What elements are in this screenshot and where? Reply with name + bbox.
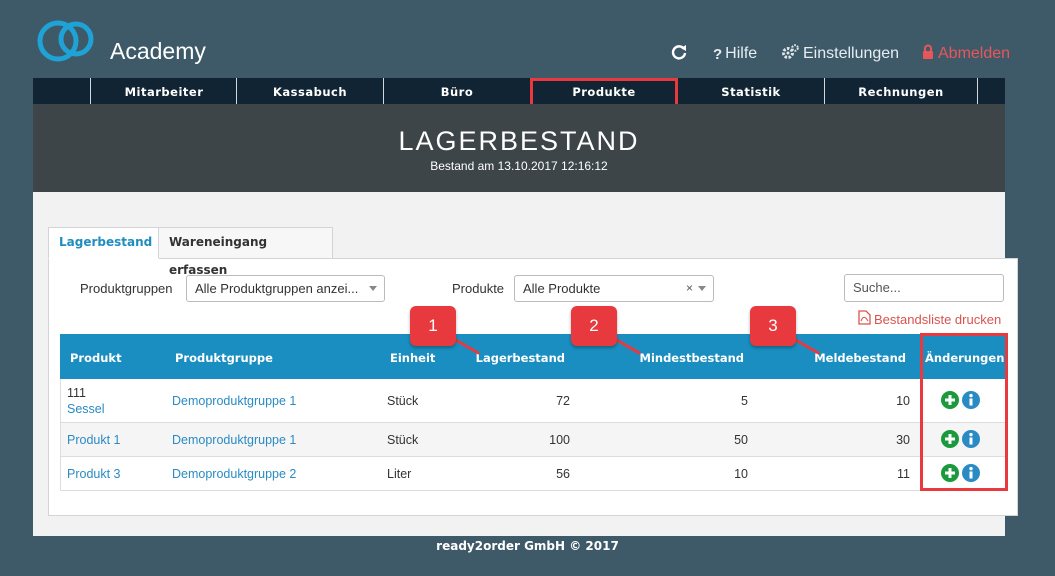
refresh-button[interactable]	[671, 44, 691, 64]
annotation-marker-1: 1	[410, 306, 456, 346]
logo-icon[interactable]	[36, 18, 96, 68]
question-icon: ?	[713, 45, 723, 63]
min-stock-cell: 10	[734, 467, 748, 481]
footer-copyright: ready2order GmbH © 2017	[436, 539, 619, 553]
gears-icon	[781, 43, 803, 65]
annotation-marker-3: 3	[750, 306, 796, 346]
min-stock-cell: 50	[734, 433, 748, 447]
header-meldebestand[interactable]: Meldebestand	[780, 351, 906, 365]
logout-label: Abmelden	[938, 45, 1011, 62]
page-header: LAGERBESTAND Bestand am 13.10.2017 12:16…	[33, 104, 1005, 192]
product-link[interactable]: Produkt 3	[67, 467, 121, 481]
header-einheit[interactable]: Einheit	[390, 351, 435, 365]
stock-cell: 72	[556, 394, 570, 408]
help-label: Hilfe	[725, 45, 758, 62]
header-produkt[interactable]: Produkt	[70, 351, 122, 365]
menu-item-mitarbeiter[interactable]: Mitarbeiter	[90, 78, 237, 104]
min-stock-cell: 5	[741, 394, 748, 408]
menu-item-statistik[interactable]: Statistik	[677, 78, 824, 104]
chevron-down-icon	[698, 286, 706, 291]
settings-label: Einstellungen	[803, 45, 900, 62]
table-row: 111 Sessel Demoproduktgruppe 1 Stück 72 …	[60, 379, 1006, 423]
pdf-icon	[858, 310, 874, 328]
product-link[interactable]: Produkt 1	[67, 433, 121, 447]
print-stock-link[interactable]: Bestandsliste drucken	[858, 310, 1001, 328]
header-lagerbestand[interactable]: Lagerbestand	[465, 351, 565, 365]
changes-column-highlight	[920, 333, 1008, 491]
productgroup-link[interactable]: Demoproduktgruppe 1	[172, 433, 296, 447]
page-title: LAGERBESTAND	[398, 126, 640, 156]
productgroups-select[interactable]: Alle Produktgruppen anzei...	[186, 275, 385, 302]
header-mindestbestand[interactable]: Mindestbestand	[610, 351, 745, 365]
tab-lagerbestand[interactable]: Lagerbestand	[48, 227, 159, 259]
lock-icon	[922, 44, 938, 64]
report-stock-cell: 10	[896, 394, 910, 408]
main-menu: Mitarbeiter Kassabuch Büro Produkte Stat…	[33, 78, 1005, 104]
app-brand[interactable]: Academy	[110, 38, 206, 65]
header-produktgruppe[interactable]: Produktgruppe	[175, 351, 273, 365]
table-header: Produkt Produktgruppe Einheit Lagerbesta…	[60, 334, 1006, 379]
product-link[interactable]: Sessel	[67, 402, 105, 416]
unit-cell: Liter	[387, 467, 412, 481]
table-row: Produkt 1 Demoproduktgruppe 1 Stück 100 …	[60, 423, 1006, 457]
products-value: Alle Produkte	[523, 281, 601, 296]
product-number: 111	[67, 386, 87, 400]
tab-wareneingang[interactable]: Wareneingang erfassen	[159, 227, 333, 277]
productgroup-link[interactable]: Demoproduktgruppe 2	[172, 467, 296, 481]
report-stock-cell: 11	[897, 467, 910, 481]
productgroups-value: Alle Produktgruppen anzei...	[195, 281, 359, 296]
annotation-marker-2: 2	[571, 306, 617, 346]
products-select[interactable]: Alle Produkte ×	[514, 275, 714, 302]
print-stock-label: Bestandsliste drucken	[874, 311, 1002, 327]
stock-cell: 56	[556, 467, 570, 481]
page-subtitle: Bestand am 13.10.2017 12:16:12	[430, 159, 608, 173]
productgroups-label: Produktgruppen	[80, 281, 173, 296]
menu-item-buero[interactable]: Büro	[383, 78, 530, 104]
menu-item-kassabuch[interactable]: Kassabuch	[236, 78, 383, 104]
unit-cell: Stück	[387, 394, 419, 408]
settings-link[interactable]: Einstellungen	[781, 43, 900, 65]
refresh-icon	[671, 44, 691, 65]
search-input[interactable]: Suche...	[844, 274, 1004, 302]
table-row: Produkt 3 Demoproduktgruppe 2 Liter 56 1…	[60, 457, 1006, 491]
stock-cell: 100	[549, 433, 570, 447]
chevron-down-icon	[369, 286, 377, 291]
report-stock-cell: 30	[896, 433, 910, 447]
products-label: Produkte	[452, 281, 505, 296]
clear-icon[interactable]: ×	[686, 276, 693, 301]
productgroup-link[interactable]: Demoproduktgruppe 1	[172, 394, 296, 408]
menu-item-rechnungen[interactable]: Rechnungen	[824, 78, 978, 104]
unit-cell: Stück	[387, 433, 419, 447]
help-link[interactable]: ? Hilfe	[713, 44, 757, 64]
logout-link[interactable]: Abmelden	[922, 44, 1010, 64]
